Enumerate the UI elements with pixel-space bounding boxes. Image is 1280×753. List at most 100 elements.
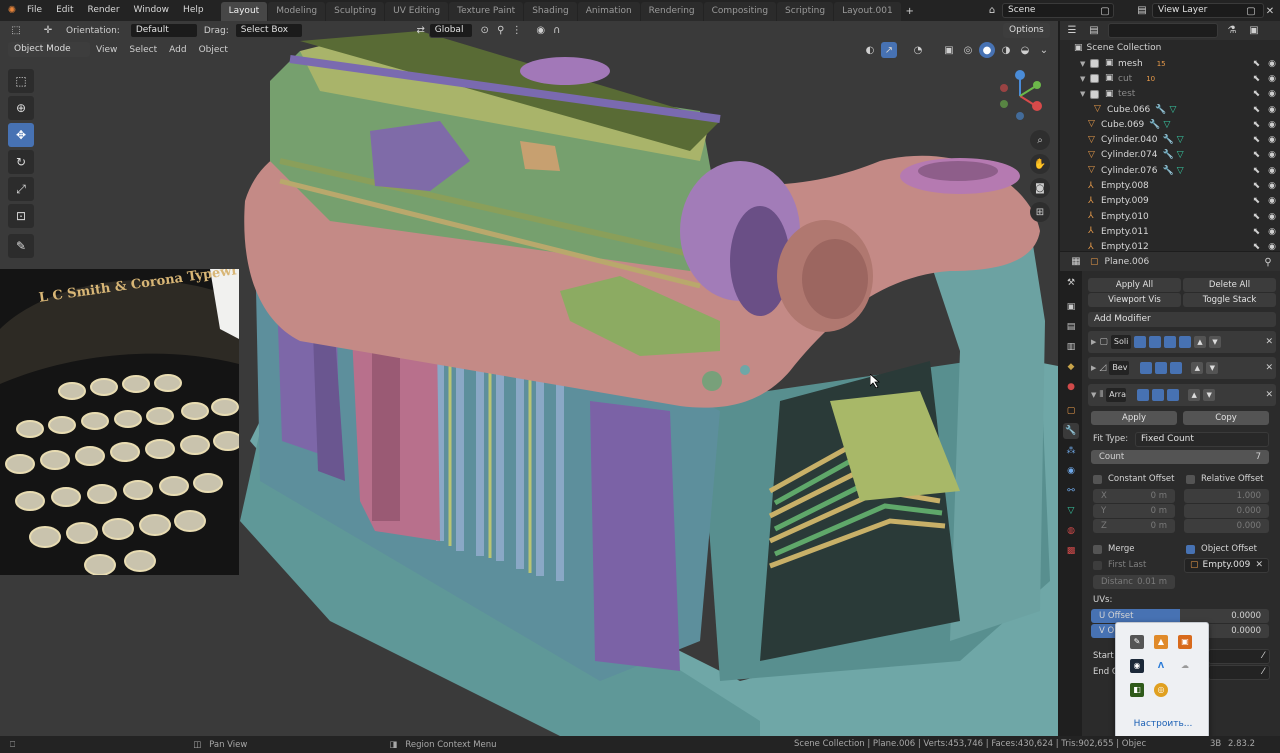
select-arrow-icon[interactable]: ⬉ xyxy=(1253,74,1261,84)
eye-icon[interactable]: ◉ xyxy=(1268,227,1276,237)
eye-icon[interactable]: ◉ xyxy=(1268,212,1276,222)
orientation-dropdown[interactable]: Default xyxy=(129,23,198,38)
copy-button[interactable]: Copy xyxy=(1183,411,1269,425)
move-down-button[interactable]: ▼ xyxy=(1208,336,1221,348)
move-up-button[interactable]: ▲ xyxy=(1188,389,1201,401)
select-box-icon[interactable]: ⬚ xyxy=(8,69,34,93)
shading-options-icon[interactable]: ⌄ xyxy=(1036,42,1052,58)
relative-offset-toggle[interactable]: Relative Offset xyxy=(1186,474,1264,484)
exclude-checkbox[interactable] xyxy=(1090,59,1099,69)
editor-type-icon[interactable]: ▦ xyxy=(1068,254,1084,270)
tab-rendering[interactable]: Rendering xyxy=(640,2,703,21)
end-cap-field[interactable]: ⁄ xyxy=(1208,665,1270,680)
outliner-row[interactable]: ▽ Cube.069 🔧 ▽ ⬉ ◉ xyxy=(1060,117,1280,132)
modifier-icon[interactable]: 🔧 xyxy=(1149,120,1160,130)
transform-gizmo-icon[interactable]: ✛ xyxy=(40,23,56,39)
filter-view-icon[interactable]: ▤ xyxy=(1086,23,1102,39)
constant-y-field[interactable]: Y 0 m xyxy=(1093,504,1175,518)
camera-icon[interactable]: ◙ xyxy=(1030,178,1050,198)
tray-orange-app-icon[interactable]: ▲ xyxy=(1154,635,1168,649)
tab-compositing[interactable]: Compositing xyxy=(703,2,777,21)
move-icon[interactable]: ✥ xyxy=(8,123,34,147)
viewport-vis-button[interactable]: Viewport Vis xyxy=(1088,293,1181,307)
eye-icon[interactable]: ◉ xyxy=(1268,74,1276,84)
modifier-tab-icon[interactable]: 🔧 xyxy=(1063,423,1079,439)
view-layer-icon[interactable]: ▤ xyxy=(1134,2,1150,18)
chrome-icon[interactable]: ◎ xyxy=(1154,683,1168,697)
transform-orientation-dropdown[interactable]: Global xyxy=(428,23,473,38)
eye-icon[interactable]: ◉ xyxy=(1268,242,1276,252)
remove-modifier-icon[interactable]: ✕ xyxy=(1265,390,1273,400)
eye-icon[interactable]: ◉ xyxy=(1268,196,1276,206)
select-arrow-icon[interactable]: ⬉ xyxy=(1253,120,1261,130)
menu-select[interactable]: Select xyxy=(123,45,163,55)
tab-sculpting[interactable]: Sculpting xyxy=(326,2,385,21)
outliner-row[interactable]: ▽ Cube.066 🔧 ▽ ⬉ ◉ xyxy=(1060,102,1280,117)
modifier-icon[interactable]: 🔧 xyxy=(1162,150,1173,160)
modifier-name-array[interactable]: Arra xyxy=(1106,388,1127,402)
modifier-name-bevel[interactable]: Bev xyxy=(1109,361,1130,375)
move-down-button[interactable]: ▼ xyxy=(1203,389,1216,401)
3d-viewport[interactable]: L C Smith & Corona Typewriter ⬚ ✛ Orient… xyxy=(0,21,1058,736)
cage-toggle[interactable] xyxy=(1178,336,1191,348)
mode-dropdown[interactable]: Object Mode xyxy=(8,42,90,57)
expand-arrow-icon[interactable]: ▶ xyxy=(1091,338,1096,346)
mesh-data-icon[interactable]: ▽ xyxy=(1177,150,1184,160)
menu-window[interactable]: Window xyxy=(127,0,177,21)
outliner-row[interactable]: ⅄ Empty.010 ⬉ ◉ xyxy=(1060,209,1280,224)
filter-icon[interactable]: ⚗ xyxy=(1224,23,1240,39)
outliner[interactable]: ☰ ▤ ⚗ ▣ ▣ Scene Collection ▼ ▣ mesh 15 ⬉ ◉ ▼ ▣ c… xyxy=(1060,21,1280,252)
eye-icon[interactable]: ◉ xyxy=(1268,135,1276,145)
cage-toggle[interactable] xyxy=(1170,362,1183,374)
texture-tab-icon[interactable]: ▩ xyxy=(1063,543,1079,559)
render-toggle[interactable] xyxy=(1163,336,1176,348)
viewport-toggle[interactable] xyxy=(1148,336,1161,348)
tab-shading[interactable]: Shading xyxy=(524,2,577,21)
select-arrow-icon[interactable]: ⬉ xyxy=(1253,181,1261,191)
edit-mode-toggle[interactable] xyxy=(1137,389,1150,401)
scene-icon[interactable]: ⌂ xyxy=(984,2,1000,18)
eye-icon[interactable]: ◉ xyxy=(1268,105,1276,115)
scene-collection-row[interactable]: ▣ Scene Collection xyxy=(1060,40,1280,56)
rendered-shading-icon[interactable]: ◒ xyxy=(1017,42,1033,58)
remove-view-layer-icon[interactable]: ✕ xyxy=(1262,3,1278,19)
expand-arrow-icon[interactable]: ▼ xyxy=(1080,75,1090,83)
mesh-data-icon[interactable]: ▽ xyxy=(1177,135,1184,145)
viewport-toggle[interactable] xyxy=(1152,389,1165,401)
select-arrow-icon[interactable]: ⬉ xyxy=(1253,227,1261,237)
cursor-icon[interactable]: ⊕ xyxy=(8,96,34,120)
fit-type-dropdown[interactable]: Fixed Count xyxy=(1135,432,1269,447)
outliner-row[interactable]: ▼ ▣ mesh 15 ⬉ ◉ xyxy=(1060,56,1280,71)
modifier-icon[interactable]: 🔧 xyxy=(1155,105,1166,115)
falloff-icon[interactable]: ∩ xyxy=(549,23,565,39)
relative-offset-checkbox[interactable] xyxy=(1186,474,1195,484)
tab-layout-001[interactable]: Layout.001 xyxy=(834,2,901,21)
menu-render[interactable]: Render xyxy=(81,0,127,21)
first-last-toggle[interactable]: First Last xyxy=(1093,560,1146,570)
move-up-button[interactable]: ▲ xyxy=(1191,362,1204,374)
menu-add[interactable]: Add xyxy=(163,45,192,55)
tray-cloud-icon[interactable]: ☁ xyxy=(1178,659,1192,673)
first-last-checkbox[interactable] xyxy=(1093,560,1102,570)
options-button[interactable]: Options xyxy=(1003,23,1050,38)
object-offset-checkbox[interactable] xyxy=(1186,544,1195,554)
tab-uv-editing[interactable]: UV Editing xyxy=(385,2,449,21)
object-offset-field[interactable]: ▢ Empty.009 ✕ xyxy=(1184,558,1269,573)
particles-tab-icon[interactable]: ⁂ xyxy=(1063,443,1079,459)
object-tab-icon[interactable]: ▢ xyxy=(1063,403,1079,419)
outliner-row[interactable]: ▼ ▣ test ⬉ ◉ xyxy=(1060,87,1280,102)
material-shading-icon[interactable]: ◑ xyxy=(998,42,1014,58)
remove-modifier-icon[interactable]: ✕ xyxy=(1265,363,1273,373)
merge-distance-field[interactable]: Distanc 0.01 m xyxy=(1093,575,1175,589)
overlays-icon[interactable]: ◔ xyxy=(910,42,926,58)
add-workspace-icon[interactable]: + xyxy=(902,4,918,20)
new-view-layer-icon[interactable]: ▢ xyxy=(1243,3,1259,19)
physics-tab-icon[interactable]: ◉ xyxy=(1063,463,1079,479)
outliner-row[interactable]: ▽ Cylinder.040 🔧 ▽ ⬉ ◉ xyxy=(1060,132,1280,147)
transform-pivot-icon[interactable]: ⇄ xyxy=(413,23,429,39)
wireframe-shading-icon[interactable]: ◎ xyxy=(960,42,976,58)
apply-all-button[interactable]: Apply All xyxy=(1088,278,1181,292)
new-scene-icon[interactable]: ▢ xyxy=(1097,3,1113,19)
tray-amd-icon[interactable]: ▣ xyxy=(1178,635,1192,649)
material-tab-icon[interactable]: ◍ xyxy=(1063,523,1079,539)
